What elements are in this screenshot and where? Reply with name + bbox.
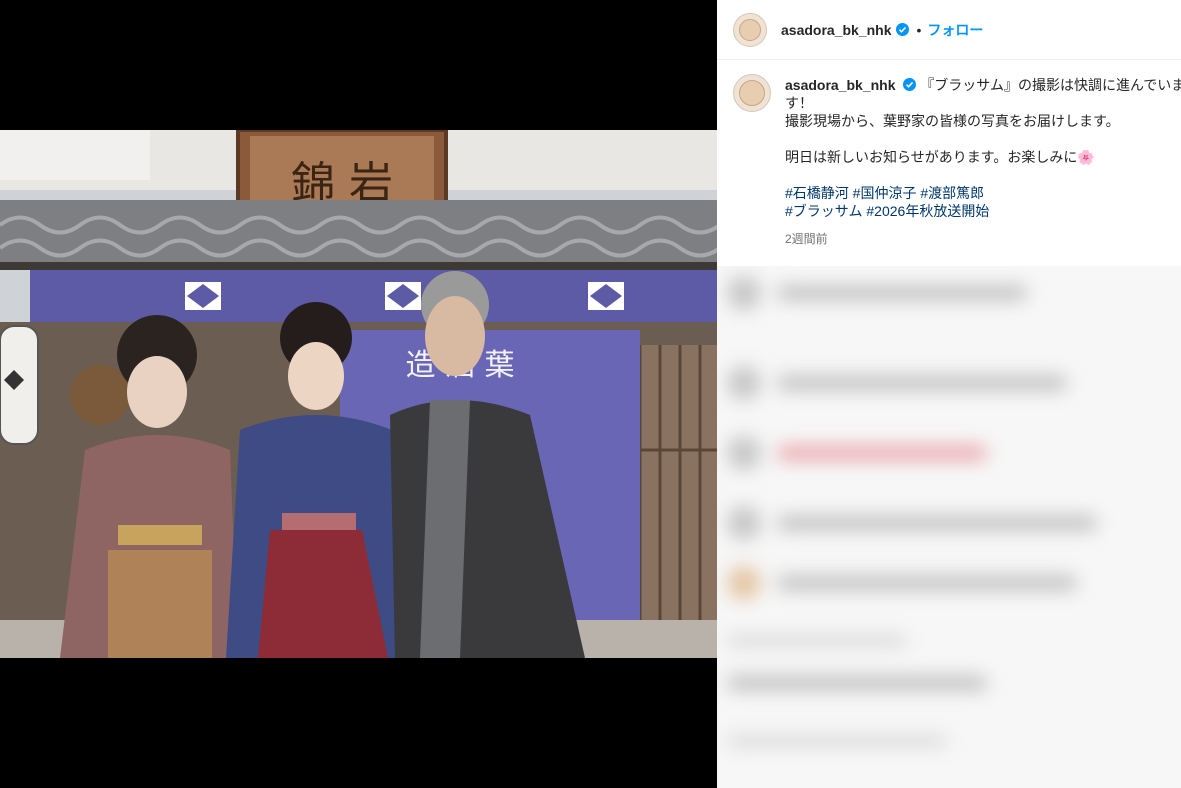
follow-button[interactable]: フォロー: [927, 20, 983, 40]
blurred-comment: [727, 436, 987, 470]
post-photo: 錦 岩 造 葉: [0, 130, 717, 658]
blurred-avatar: [727, 436, 761, 470]
post-timestamp[interactable]: 2週間前: [785, 230, 1165, 248]
blurred-comment: [727, 736, 947, 746]
caption-body: asadora_bk_nhk 『ブラッサム』の撮影は快調に進んでいま す！ 撮影…: [785, 74, 1181, 266]
blurred-text: [777, 576, 1077, 590]
blurred-text: [727, 676, 987, 690]
separator-dot: •: [916, 21, 922, 38]
verified-badge-icon: [895, 23, 909, 36]
blurred-comments-content: [717, 266, 1181, 788]
blurred-text: [777, 376, 1067, 390]
caption-line-3: 撮影現場から、葉野家の皆様の写真をお届けします。: [785, 113, 1120, 129]
blurred-avatar: [727, 566, 761, 600]
blurred-avatar: [727, 366, 761, 400]
caption-line-1: asadora_bk_nhk 『ブラッサム』の撮影は快調に進んでいま: [785, 76, 1181, 94]
blurred-comment: [727, 566, 1077, 600]
blurred-comment: [727, 276, 1027, 310]
post-media[interactable]: 錦 岩 造 葉: [0, 0, 717, 788]
blurred-text: [727, 636, 907, 646]
avatar[interactable]: [733, 12, 767, 47]
blurred-text: [777, 446, 987, 460]
blurred-avatar: [727, 276, 761, 310]
header-username[interactable]: asadora_bk_nhk: [781, 22, 892, 38]
verified-badge-icon: [903, 78, 917, 91]
blurred-text: [777, 516, 1097, 530]
photo-illustration: 錦 岩 造 葉: [0, 130, 717, 658]
blurred-comment: [727, 676, 987, 690]
blurred-avatar: [727, 506, 761, 540]
hashtags-line-1[interactable]: #石橋静河 #国仲涼子 #渡部篤郎: [785, 184, 1165, 202]
caption-avatar[interactable]: [733, 74, 771, 112]
blurred-comment: [727, 366, 1067, 400]
caption-text-1: 『ブラッサム』の撮影は快調に進んでいま: [920, 77, 1181, 93]
caption-line-2: す！: [785, 95, 813, 111]
blurred-comment: [727, 636, 907, 646]
post-panel: asadora_bk_nhk • フォロー asadora_bk_nhk 『ブラ…: [717, 0, 1181, 788]
hashtags-line-2[interactable]: #ブラッサム #2026年秋放送開始: [785, 202, 1165, 220]
blurred-text: [727, 736, 947, 746]
post-header: asadora_bk_nhk • フォロー: [717, 0, 1181, 60]
blurred-text: [777, 286, 1027, 300]
caption-line-4: 明日は新しいお知らせがあります。お楽しみに🌸: [785, 149, 1095, 165]
avatar-logo: [739, 18, 761, 41]
blurred-comment: [727, 506, 1097, 540]
caption-username[interactable]: asadora_bk_nhk: [785, 77, 896, 93]
post-caption: asadora_bk_nhk 『ブラッサム』の撮影は快調に進んでいま す！ 撮影…: [717, 60, 1181, 266]
avatar-logo: [739, 80, 765, 106]
blurred-comments: [717, 266, 1181, 788]
